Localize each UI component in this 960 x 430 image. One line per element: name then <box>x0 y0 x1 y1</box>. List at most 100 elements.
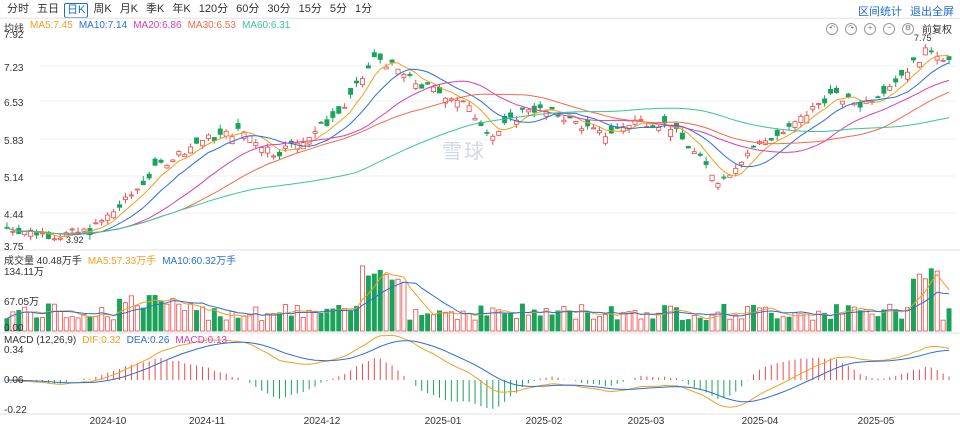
price-tick: 7.92 <box>4 30 24 41</box>
macd-line <box>6 340 950 403</box>
volume-bar <box>881 309 887 332</box>
macd-tick: -0.22 <box>4 405 27 416</box>
candle-body <box>881 85 887 94</box>
date-tick: 2024-10 <box>89 416 127 427</box>
volume-bar <box>205 319 211 332</box>
price-tick: 4.44 <box>4 210 24 221</box>
volume-bar <box>685 319 691 332</box>
date-tick: 2024-11 <box>189 416 225 427</box>
candle-body <box>425 82 431 85</box>
volume-bar <box>727 318 733 332</box>
candle-body <box>768 138 774 141</box>
candle-body <box>211 137 217 141</box>
legend-item: MACD:0.13 <box>175 335 228 346</box>
volume-bar <box>745 306 751 332</box>
volume-bar <box>928 268 934 332</box>
volume-bar <box>561 305 567 332</box>
candle-body <box>508 112 514 118</box>
candle-body <box>739 161 745 166</box>
legend-item: DEA:0.26 <box>126 335 170 346</box>
volume-bar <box>437 310 442 332</box>
candle-body <box>389 59 395 63</box>
candle-body <box>887 86 893 91</box>
volume-bar <box>656 312 662 332</box>
volume-bar <box>348 310 354 332</box>
volume-bar <box>442 311 448 332</box>
volume-bar <box>472 319 478 332</box>
candle-body <box>691 151 697 154</box>
volume-bar <box>431 314 437 332</box>
volume-bar <box>63 317 69 332</box>
candle-body <box>348 88 354 95</box>
candle-body <box>312 131 318 134</box>
volume-bar <box>294 305 300 332</box>
price-tick: 6.53 <box>4 98 24 109</box>
candle-body <box>359 78 365 86</box>
candle-body <box>922 47 928 56</box>
volume-bar <box>407 319 413 332</box>
volume-bar <box>608 306 614 332</box>
volume-bar <box>679 319 685 332</box>
volume-bar <box>922 278 928 332</box>
candle-body <box>164 164 170 169</box>
candle-body <box>555 114 561 117</box>
candle-body <box>10 230 16 233</box>
volume-bar <box>312 310 318 332</box>
candle-body <box>798 115 804 124</box>
candle-body <box>549 106 555 110</box>
candle-body <box>22 231 28 236</box>
candle-body <box>839 100 845 105</box>
volume-bar <box>395 278 401 332</box>
candle-body <box>899 69 905 76</box>
candle-body <box>573 121 579 124</box>
candle-body <box>685 145 691 149</box>
volume-bar <box>674 307 679 332</box>
candle-body <box>656 127 662 131</box>
candle-body <box>170 159 176 162</box>
candle-body <box>253 142 259 146</box>
candle-body <box>271 155 277 158</box>
candle-body <box>277 151 282 157</box>
candle-body <box>330 111 336 118</box>
candle-body <box>140 180 146 186</box>
watermark-logo: 雪球 <box>442 141 486 163</box>
volume-bar <box>371 273 377 332</box>
volume-bar <box>537 315 543 332</box>
candle-body <box>259 147 265 153</box>
volume-bar <box>300 317 306 332</box>
volume-tick: 67.05万 <box>4 297 40 308</box>
volume-bar <box>822 312 828 332</box>
volume-tick: 134.11万 <box>4 267 44 278</box>
volume-bar <box>466 313 472 332</box>
volume-bar <box>585 312 591 332</box>
volume-bar <box>869 313 875 332</box>
candle-body <box>946 56 952 61</box>
candle-body <box>911 57 916 61</box>
candle-body <box>81 228 87 232</box>
kline-chart[interactable]: 7.75 3.92 <box>0 0 960 430</box>
volume-bar <box>128 295 134 332</box>
candle-body <box>152 158 158 166</box>
candle-body <box>318 121 324 124</box>
volume-bar <box>122 302 128 332</box>
candle-body <box>205 134 211 139</box>
volume-bar <box>691 315 697 332</box>
volume-tick: 0.00 <box>4 323 24 334</box>
candle-body <box>905 71 911 80</box>
candle-body <box>182 154 188 158</box>
candle-body <box>265 146 271 154</box>
candle-body <box>111 211 117 219</box>
candle-body <box>365 65 371 69</box>
volume-bar <box>413 308 419 332</box>
volume-bar <box>229 310 235 332</box>
volume-bar <box>176 303 182 332</box>
price-tick: 7.23 <box>4 63 24 74</box>
candle-body <box>419 84 425 89</box>
volume-bar <box>739 318 745 332</box>
volume-bar <box>425 313 431 332</box>
candle-body <box>715 183 721 188</box>
candle-body <box>146 173 152 179</box>
volume-bar <box>567 311 573 332</box>
candle-body <box>525 109 531 113</box>
volume-bar <box>662 305 668 332</box>
